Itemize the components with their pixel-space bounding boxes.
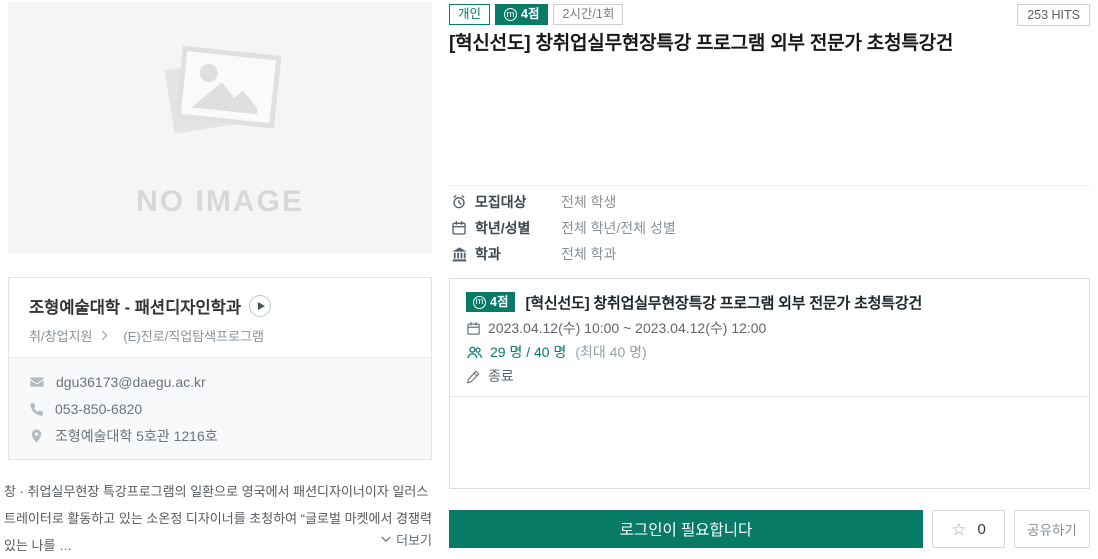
breadcrumb-category[interactable]: 취/창업지원 [29, 326, 92, 345]
favorite-box[interactable]: ☆ 0 [932, 510, 1005, 548]
contact-location[interactable]: 조형예술대학 5호관 1216호 [55, 426, 218, 446]
department-card: 조형예술대학 - 패션디자인학과 취/창업지원 (E)진로/직업탐색프로그램 d… [8, 277, 432, 460]
contact-email[interactable]: dgu36173@daegu.ac.kr [56, 374, 206, 390]
department-header: 조형예술대학 - 패션디자인학과 취/창업지원 (E)진로/직업탐색프로그램 [9, 278, 431, 357]
info-row-grade-gender: 학년/성별 전체 학년/전체 성별 [451, 215, 1090, 241]
alarm-clock-icon [453, 195, 465, 209]
contact-phone[interactable]: 053-850-6820 [55, 401, 142, 417]
session-schedule: 2023.04.12(수) 10:00 ~ 2023.04.12(수) 12:0… [488, 320, 767, 336]
badge-duration: 2시간/1회 [553, 4, 624, 25]
badge-personal: 개인 [449, 4, 491, 25]
contact-row-phone: 053-850-6820 [29, 398, 411, 420]
info-value: 전체 학생 [561, 194, 617, 210]
bank-icon [452, 246, 467, 261]
thumbnail-placeholder: NO IMAGE [8, 2, 432, 253]
session-title: [혁신선도] 창취업실무현장특강 프로그램 외부 전문가 초청특강건 [525, 294, 923, 312]
session-points-badge: m 4점 [466, 292, 516, 312]
session-schedule-row: 2023.04.12(수) 10:00 ~ 2023.04.12(수) 12:0… [466, 316, 1073, 340]
pen-icon [466, 370, 480, 384]
session-summary: m 4점 [혁신선도] 창취업실무현장특강 프로그램 외부 전문가 초청특강건 … [450, 279, 1089, 397]
hits-counter: 253 HITS [1017, 4, 1090, 26]
info-row-department: 학과 전체 학과 [451, 241, 1090, 267]
page-title: [혁신선도] 창취업실무현장특강 프로그램 외부 전문가 초청특강건 [449, 33, 954, 54]
action-bar: 로그인이 필요합니다 ☆ 0 공유하기 [449, 510, 1090, 548]
session-capacity-row: 29 명 / 40 명 (최대 40 명) [466, 340, 1073, 364]
email-icon [30, 377, 44, 387]
m-circle-icon: m [504, 8, 518, 21]
contact-row-email: dgu36173@daegu.ac.kr [29, 371, 411, 393]
star-icon: ☆ [951, 519, 967, 539]
badge-points: m 4점 [495, 4, 549, 25]
session-card[interactable]: m 4점 [혁신선도] 창취업실무현장특강 프로그램 외부 전문가 초청특강건 … [449, 278, 1090, 489]
info-label: 모집대상 [475, 194, 527, 210]
badge-points-label: 4점 [521, 7, 540, 21]
info-label: 학년/성별 [475, 220, 531, 236]
more-link[interactable]: 더보기 [381, 530, 432, 549]
breadcrumb-program-type[interactable]: (E)진로/직업탐색프로그램 [123, 326, 264, 345]
calendar-icon [452, 221, 466, 235]
info-value: 전체 학과 [561, 246, 617, 262]
breadcrumb: 취/창업지원 (E)진로/직업탐색프로그램 [29, 326, 411, 345]
info-rows: 모집대상 전체 학생 학년/성별 전체 학년/전체 성별 학과 전체 학과 [451, 189, 1090, 267]
phone-icon [30, 402, 43, 416]
people-icon [467, 346, 483, 358]
m-circle-icon: m [473, 295, 486, 309]
main-content: 개인 m 4점 2시간/1회 253 HITS [혁신선도] 창취업실무현장특강… [449, 0, 1090, 556]
badge-row: 개인 m 4점 2시간/1회 253 HITS [449, 4, 1090, 26]
left-column: NO IMAGE 조형예술대학 - 패션디자인학과 취/창업지원 (E)진로/직… [4, 2, 432, 556]
contact-info: dgu36173@daegu.ac.kr 053-850-6820 조형예술대학… [9, 357, 431, 459]
info-label: 학과 [475, 246, 501, 262]
session-capacity-max: (최대 40 명) [575, 344, 647, 360]
info-row-target: 모집대상 전체 학생 [451, 189, 1090, 215]
chevron-down-icon [381, 536, 391, 543]
session-capacity-current: 29 명 / 40 명 [490, 344, 567, 360]
program-detail-page: NO IMAGE 조형예술대학 - 패션디자인학과 취/창업지원 (E)진로/직… [0, 0, 1098, 556]
play-icon [257, 302, 265, 310]
location-icon [31, 429, 42, 443]
no-image-label: NO IMAGE [136, 184, 304, 218]
no-image-icon [164, 45, 282, 134]
contact-row-location: 조형예술대학 5호관 1216호 [29, 425, 411, 447]
session-status-row: 종료 [466, 364, 1073, 388]
session-points-label: 4점 [490, 295, 509, 309]
calendar-icon [467, 321, 480, 335]
section-divider [449, 185, 1090, 186]
session-status: 종료 [488, 368, 514, 384]
department-title: 조형예술대학 - 패션디자인학과 [29, 299, 242, 317]
share-button[interactable]: 공유하기 [1014, 510, 1090, 548]
info-value: 전체 학년/전체 성별 [561, 220, 676, 236]
program-description: 창 · 취업실무현장 특강프로그램의 일환으로 영국에서 패션디자이너이자 일러… [4, 484, 432, 553]
more-label: 더보기 [396, 533, 432, 548]
login-required-button[interactable]: 로그인이 필요합니다 [449, 510, 923, 548]
chevron-right-icon [102, 330, 109, 341]
favorite-count: 0 [977, 520, 986, 538]
play-button[interactable] [249, 295, 272, 317]
